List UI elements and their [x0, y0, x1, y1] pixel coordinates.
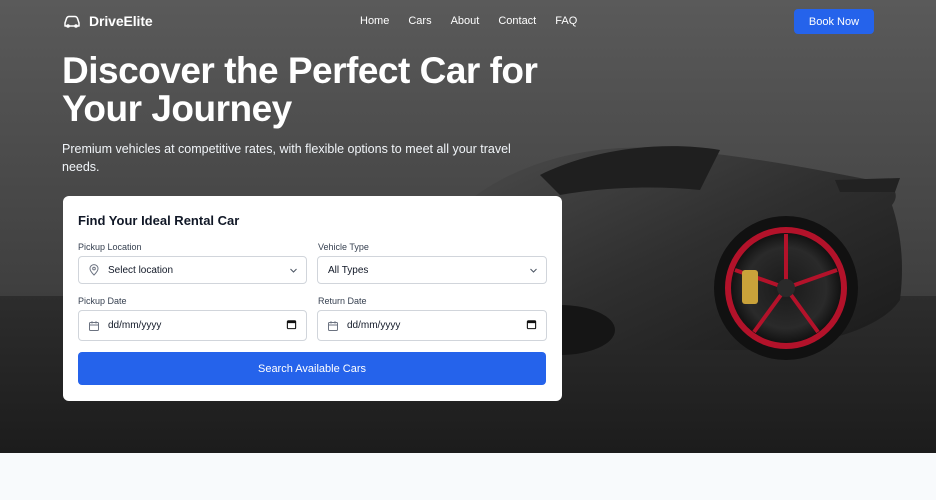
nav-faq[interactable]: FAQ: [555, 15, 577, 27]
pickup-location-select[interactable]: Select location: [78, 256, 307, 284]
calendar-icon: [89, 320, 99, 331]
pickup-date-label: Pickup Date: [78, 296, 127, 306]
nav-links: Home Cars About Contact FAQ: [360, 15, 596, 27]
next-section: [0, 453, 936, 500]
nav-contact[interactable]: Contact: [498, 15, 536, 27]
nav-cars[interactable]: Cars: [408, 15, 431, 27]
return-date-value: dd/mm/yyyy: [347, 320, 401, 331]
calendar-picker-icon[interactable]: [286, 319, 297, 330]
pickup-location-label: Pickup Location: [78, 242, 142, 252]
pickup-date-input[interactable]: dd/mm/yyyy: [78, 310, 307, 341]
calendar-picker-icon[interactable]: [526, 319, 537, 330]
search-form-card: Find Your Ideal Rental Car Pickup Locati…: [63, 196, 562, 401]
hero-section: DriveElite Home Cars About Contact FAQ B…: [0, 0, 936, 453]
car-icon: [64, 15, 80, 28]
return-date-label: Return Date: [318, 296, 367, 306]
book-now-button[interactable]: Book Now: [794, 9, 874, 34]
nav-about[interactable]: About: [451, 15, 480, 27]
calendar-icon: [328, 320, 338, 331]
return-date-input[interactable]: dd/mm/yyyy: [317, 310, 547, 341]
search-available-cars-button[interactable]: Search Available Cars: [78, 352, 546, 385]
vehicle-type-label: Vehicle Type: [318, 242, 369, 252]
hero-subtitle: Premium vehicles at competitive rates, w…: [62, 142, 511, 174]
top-navigation: DriveElite Home Cars About Contact FAQ B…: [0, 0, 936, 44]
nav-home[interactable]: Home: [360, 15, 389, 27]
search-form-title: Find Your Ideal Rental Car: [78, 213, 240, 228]
pickup-location-value: Select location: [108, 264, 174, 276]
vehicle-type-select[interactable]: All Types: [317, 256, 547, 284]
vehicle-type-value: All Types: [328, 264, 369, 276]
brand-logo[interactable]: DriveElite: [62, 13, 153, 29]
map-pin-icon: [89, 264, 99, 276]
brand-name: DriveElite: [89, 13, 153, 29]
pickup-date-value: dd/mm/yyyy: [108, 320, 162, 331]
chevron-down-icon: [530, 268, 537, 273]
chevron-down-icon: [290, 268, 297, 273]
hero-title: Discover the Perfect Car for Your Journe…: [62, 50, 538, 129]
